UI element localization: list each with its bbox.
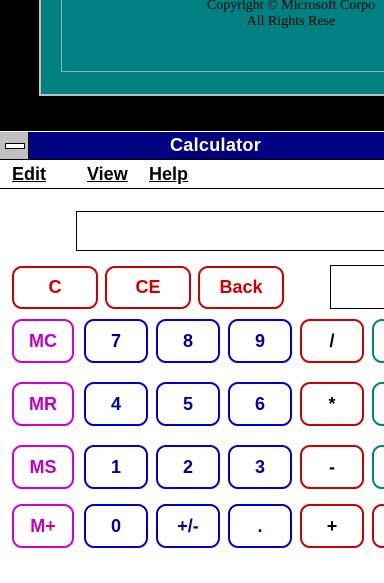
digit-5-button[interactable]: 5 xyxy=(156,382,220,426)
digit-6-button[interactable]: 6 xyxy=(228,382,292,426)
reciprocal-button-partial[interactable] xyxy=(372,445,384,489)
menu-bar: Edit View Help xyxy=(0,160,384,189)
digit-7-button[interactable]: 7 xyxy=(84,319,148,363)
digit-3-button[interactable]: 3 xyxy=(228,445,292,489)
sign-toggle-button[interactable]: +/- xyxy=(156,504,220,548)
window-title: Calculator xyxy=(170,135,262,155)
sqrt-button-partial[interactable] xyxy=(372,319,384,363)
equals-button-partial[interactable] xyxy=(372,504,384,548)
multiply-button[interactable]: * xyxy=(300,382,364,426)
menu-view-label: View xyxy=(87,164,128,184)
menu-edit-label: Edit xyxy=(12,164,46,184)
title-bar[interactable]: Calculator xyxy=(0,131,384,160)
menu-edit[interactable]: Edit xyxy=(12,164,46,185)
clear-entry-button[interactable]: CE xyxy=(105,266,191,309)
digit-9-button[interactable]: 9 xyxy=(228,319,292,363)
backspace-button[interactable]: Back xyxy=(198,266,284,309)
decimal-button[interactable]: . xyxy=(228,504,292,548)
menu-help[interactable]: Help xyxy=(149,164,188,185)
background-window: Copyright © Microsoft Corpo All Rights R… xyxy=(39,0,384,96)
menu-help-label: Help xyxy=(149,164,189,184)
result-display[interactable] xyxy=(76,211,384,251)
memory-add-button[interactable]: M+ xyxy=(12,504,74,548)
digit-2-button[interactable]: 2 xyxy=(156,445,220,489)
system-menu-button[interactable] xyxy=(0,132,29,159)
memory-store-button[interactable]: MS xyxy=(12,445,74,489)
memory-clear-button[interactable]: MC xyxy=(12,319,74,363)
digit-4-button[interactable]: 4 xyxy=(84,382,148,426)
add-button[interactable]: + xyxy=(300,504,364,548)
system-menu-icon xyxy=(5,143,25,149)
digit-8-button[interactable]: 8 xyxy=(156,319,220,363)
divide-button[interactable]: / xyxy=(300,319,364,363)
copyright-line-1: Copyright © Microsoft Corpo xyxy=(206,0,376,13)
digit-1-button[interactable]: 1 xyxy=(84,445,148,489)
subtract-button[interactable]: - xyxy=(300,445,364,489)
memory-recall-button[interactable]: MR xyxy=(12,382,74,426)
calculator-window: Calculator Edit View Help C CE Back MC 7… xyxy=(0,131,384,583)
menu-view[interactable]: View xyxy=(87,164,128,185)
clear-button[interactable]: C xyxy=(12,266,98,309)
copyright-text: Copyright © Microsoft Corpo All Rights R… xyxy=(141,0,384,30)
copyright-line-2: All Rights Rese xyxy=(246,14,336,29)
digit-0-button[interactable]: 0 xyxy=(84,504,148,548)
memory-indicator xyxy=(330,265,384,309)
percent-button-partial[interactable] xyxy=(372,382,384,426)
